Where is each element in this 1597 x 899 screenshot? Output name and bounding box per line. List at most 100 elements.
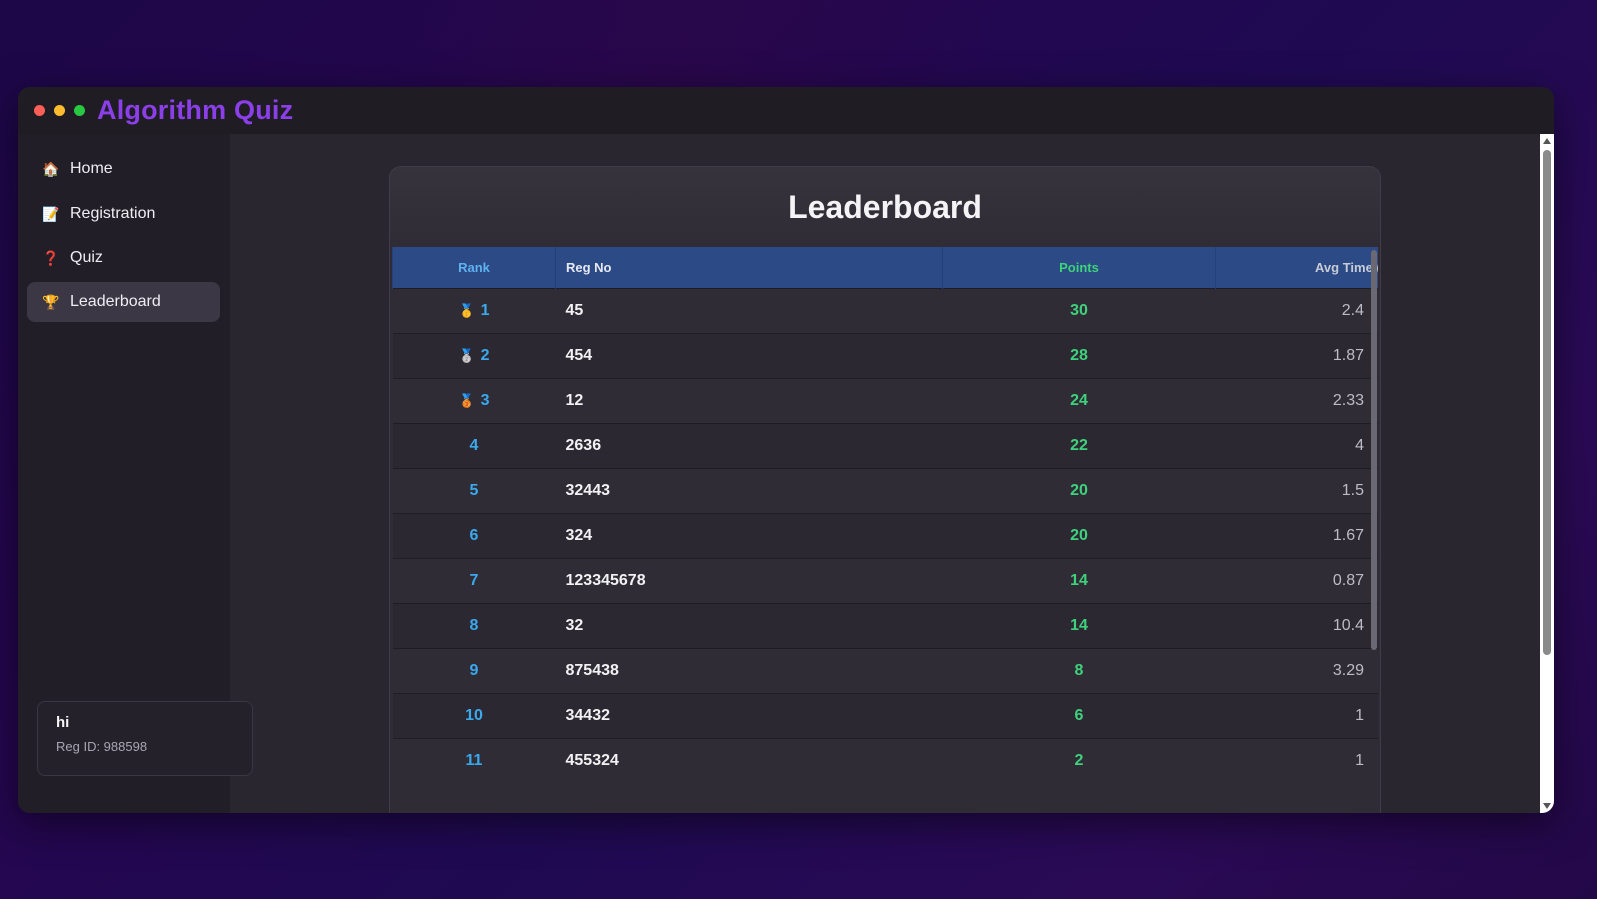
leaderboard-header: Leaderboard	[390, 167, 1380, 247]
user-reg-id: Reg ID: 988598	[56, 739, 148, 754]
table-row: 9 875438 8 3.29	[392, 648, 1378, 693]
avg-time-cell: 1	[1355, 751, 1364, 769]
avg-time-cell: 1	[1355, 706, 1364, 724]
reg-no-cell: 123345678	[565, 571, 646, 589]
points-cell: 2	[1074, 751, 1084, 769]
points-cell: 22	[1070, 436, 1088, 454]
rank-cell: 5	[393, 468, 556, 513]
sidebar-item-label: Registration	[70, 205, 156, 222]
rank-value: 1	[480, 301, 490, 319]
sidebar-item-label: Home	[70, 160, 113, 177]
points-cell: 8	[1074, 661, 1084, 679]
rank-value: 5	[469, 481, 479, 499]
page-scrollbar[interactable]	[1540, 134, 1554, 813]
sidebar-item-registration[interactable]: 📝 Registration	[27, 194, 220, 234]
sidebar-item-label: Leaderboard	[70, 293, 161, 310]
table-row: 11 455324 2 1	[392, 738, 1378, 783]
leaderboard-card: Leaderboard Rank Reg No Points Avg Time …	[389, 166, 1381, 813]
points-cell: 24	[1070, 391, 1088, 409]
rank-value: 7	[469, 571, 479, 589]
page-scrollbar-thumb[interactable]	[1543, 150, 1551, 655]
table-row: 🥉 3 12 24 2.33	[392, 378, 1378, 423]
trophy-icon: 🏆	[42, 293, 60, 310]
home-icon: 🏠	[42, 160, 60, 177]
medal-icon: 🥉	[458, 392, 475, 408]
avg-time-cell: 4	[1355, 436, 1364, 454]
registration-icon: 📝	[42, 205, 60, 222]
page-title: Leaderboard	[788, 188, 982, 225]
points-cell: 20	[1070, 481, 1088, 499]
table-scrollbar-thumb[interactable]	[1371, 250, 1377, 650]
medal-icon: 🥇	[458, 302, 475, 318]
table-row: 🥈 2 454 28 1.87	[392, 333, 1378, 378]
points-cell: 14	[1070, 571, 1088, 589]
rank-cell: 9	[393, 648, 556, 693]
close-window-button[interactable]	[34, 105, 45, 116]
table-row: 4 2636 22 4	[392, 423, 1378, 468]
table-row: 6 324 20 1.67	[392, 513, 1378, 558]
rank-cell: 6	[393, 513, 556, 558]
leaderboard-table: Rank Reg No Points Avg Time (s 🥇145302.4…	[392, 247, 1378, 783]
reg-no-cell: 32	[565, 616, 584, 634]
rank-value: 10	[465, 706, 483, 724]
avg-time-cell: 1.67	[1332, 526, 1364, 544]
medal-icon: 🥈	[458, 347, 475, 363]
rank-value: 3	[480, 391, 490, 409]
user-name: hi	[56, 714, 70, 731]
maximize-window-button[interactable]	[74, 105, 85, 116]
app-title: Algorithm Quiz	[97, 95, 294, 125]
reg-no-cell: 32443	[565, 481, 611, 499]
rank-value: 4	[469, 436, 479, 454]
rank-cell: 8	[393, 603, 556, 648]
table-row: 10 34432 6 1	[392, 693, 1378, 738]
points-cell: 28	[1070, 346, 1088, 364]
points-cell: 14	[1070, 616, 1088, 634]
avg-time-cell: 10.4	[1332, 616, 1364, 634]
sidebar-item-quiz[interactable]: ❓ Quiz	[27, 238, 220, 278]
rank-value: 9	[469, 661, 479, 679]
column-header-reg-no[interactable]: Reg No	[555, 247, 943, 288]
main-content: Leaderboard Rank Reg No Points Avg Time …	[230, 134, 1540, 813]
column-header-rank[interactable]: Rank	[392, 247, 556, 288]
avg-time-cell: 2.4	[1341, 301, 1364, 319]
rank-value: 6	[469, 526, 479, 544]
leaderboard-rows: 🥇 1 45 30 2.4 🥈 2 454 28 1.87 🥉 3 12 24 2.33 4 2636 22 4 5 3…	[392, 288, 1378, 783]
points-cell: 20	[1070, 526, 1088, 544]
rank-cell: 11	[393, 738, 556, 783]
rank-value: 11	[465, 751, 483, 769]
avg-time-cell: 0.87	[1332, 571, 1364, 589]
reg-no-cell: 34432	[565, 706, 611, 724]
points-cell: 6	[1074, 706, 1084, 724]
avg-time-cell: 1.5	[1341, 481, 1364, 499]
rank-cell: 🥉 3	[393, 378, 556, 423]
scroll-up-arrow-icon[interactable]	[1543, 138, 1551, 144]
reg-no-cell: 2636	[565, 436, 602, 454]
sidebar-item-leaderboard[interactable]: 🏆 Leaderboard	[27, 282, 220, 322]
rank-cell: 🥇 1	[393, 288, 556, 333]
sidebar-item-home[interactable]: 🏠 Home	[27, 149, 220, 189]
rank-value: 8	[469, 616, 479, 634]
avg-time-cell: 2.33	[1332, 391, 1364, 409]
table-row: 8 32 14 10.4	[392, 603, 1378, 648]
rank-value: 2	[480, 346, 490, 364]
reg-no-cell: 455324	[565, 751, 619, 769]
reg-no-cell: 45	[565, 301, 584, 319]
sidebar-item-label: Quiz	[70, 249, 103, 266]
title-bar: Algorithm Quiz	[18, 87, 1554, 134]
points-cell: 30	[1070, 301, 1088, 319]
app-window: Algorithm Quiz 🏠 Home 📝 Registration ❓ Q…	[18, 87, 1554, 813]
question-icon: ❓	[42, 249, 60, 266]
column-header-avg-time[interactable]: Avg Time (s	[1215, 247, 1378, 288]
rank-cell: 🥈 2	[393, 333, 556, 378]
column-header-points[interactable]: Points	[942, 247, 1216, 288]
table-row: 7 123345678 14 0.87	[392, 558, 1378, 603]
minimize-window-button[interactable]	[54, 105, 65, 116]
avg-time-cell: 3.29	[1332, 661, 1364, 679]
leaderboard-table-container[interactable]: Rank Reg No Points Avg Time (s 🥇145302.4…	[392, 247, 1378, 813]
reg-no-cell: 454	[565, 346, 593, 364]
table-row: 5 32443 20 1.5	[392, 468, 1378, 513]
reg-no-cell: 12	[565, 391, 584, 409]
scroll-down-arrow-icon[interactable]	[1543, 803, 1551, 809]
user-card: hi Reg ID: 988598	[37, 701, 253, 776]
reg-no-cell: 324	[565, 526, 593, 544]
